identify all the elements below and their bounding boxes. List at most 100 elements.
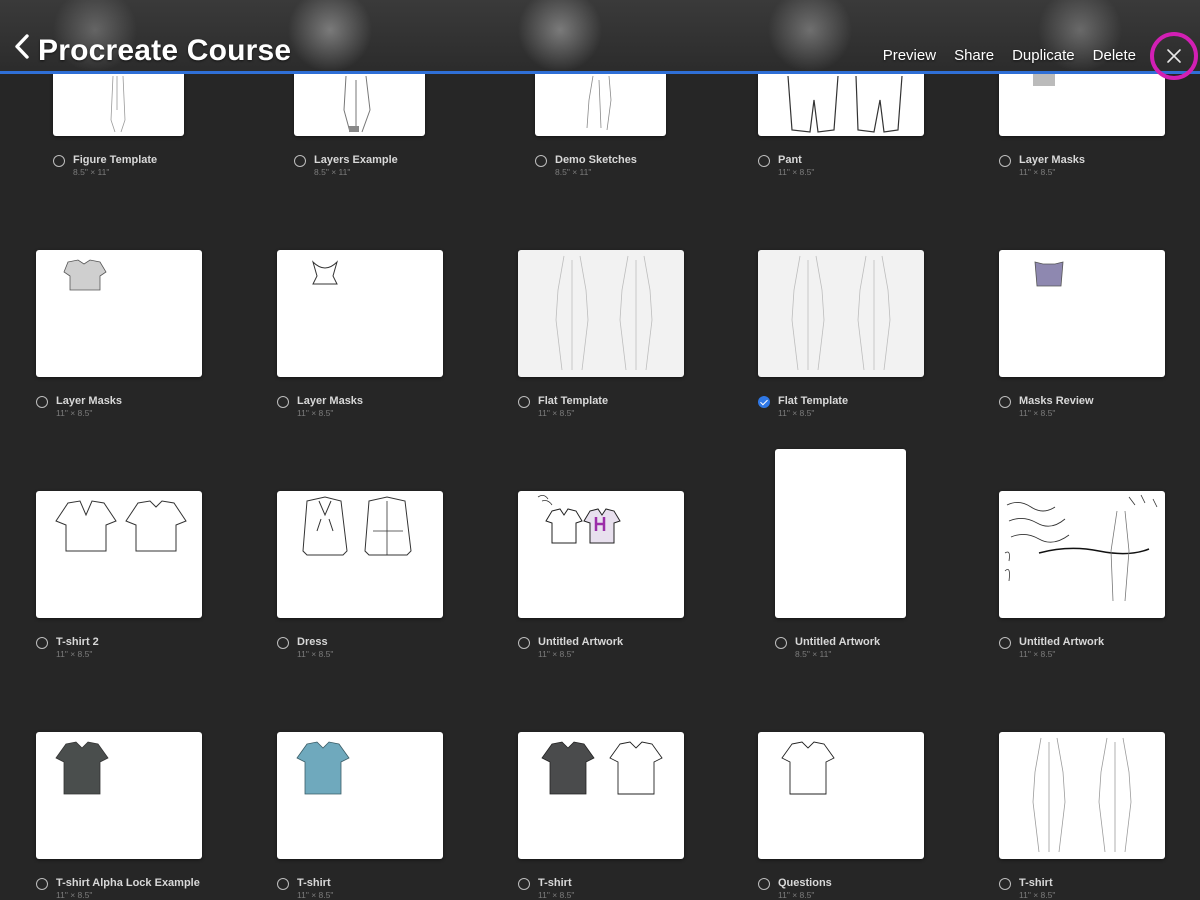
artwork-thumbnail[interactable]	[758, 732, 924, 859]
tank-top-sketch	[1034, 261, 1064, 287]
artwork-size: 8.5" × 11"	[795, 649, 832, 659]
back-button[interactable]	[12, 32, 34, 62]
artwork-size: 8.5" × 11"	[314, 167, 351, 177]
tshirt-dark-sketch	[55, 741, 109, 795]
select-radio[interactable]	[277, 637, 289, 649]
tshirt-blue-sketch	[296, 741, 350, 795]
artwork-thumbnail[interactable]	[999, 491, 1165, 618]
artwork-name: T-shirt 2	[56, 636, 99, 648]
artwork-name: Questions	[778, 877, 832, 889]
artwork-name: T-shirt Alpha Lock Example	[56, 877, 200, 889]
dress-sketch	[302, 496, 412, 556]
artwork-thumbnail[interactable]	[518, 732, 684, 859]
artwork-thumbnail[interactable]	[36, 491, 202, 618]
artwork-size: 11" × 8.5"	[56, 408, 93, 418]
header-divider	[0, 71, 1200, 74]
select-radio[interactable]	[999, 396, 1011, 408]
artwork-name: Layer Masks	[297, 395, 364, 407]
artwork-thumbnail[interactable]	[277, 732, 443, 859]
artwork-name: T-shirt	[297, 877, 331, 889]
artwork-size: 11" × 8.5"	[56, 890, 93, 900]
artwork-name: T-shirt	[538, 877, 572, 889]
artwork-thumbnail[interactable]	[999, 732, 1165, 859]
tshirt-color-sketch	[537, 495, 621, 544]
artwork-name: T-shirt	[1019, 877, 1053, 889]
artwork-name: Untitled Artwork	[795, 636, 881, 648]
select-radio[interactable]	[277, 878, 289, 890]
artwork-size: 11" × 8.5"	[778, 890, 815, 900]
tshirt-sketch	[63, 259, 107, 291]
select-radio[interactable]	[36, 396, 48, 408]
select-radio[interactable]	[758, 878, 770, 890]
tshirt-flat-sketch	[55, 500, 187, 552]
artwork-thumbnail[interactable]	[518, 491, 684, 618]
artwork-thumbnail[interactable]	[775, 449, 906, 618]
artwork-thumbnail[interactable]	[277, 491, 443, 618]
tshirt-pair-sketch	[541, 741, 663, 795]
select-radio[interactable]	[36, 878, 48, 890]
artwork-name: Layer Masks	[56, 395, 123, 407]
preview-button[interactable]: Preview	[883, 47, 936, 64]
select-radio[interactable]	[535, 155, 547, 167]
select-radio[interactable]	[775, 637, 787, 649]
artwork-name: Flat Template	[538, 395, 609, 407]
close-button[interactable]	[1150, 32, 1198, 80]
artwork-name: Masks Review	[1019, 395, 1094, 407]
artwork-size: 11" × 8.5"	[1019, 890, 1056, 900]
artwork-name: Layer Masks	[1019, 154, 1086, 166]
select-radio[interactable]	[294, 155, 306, 167]
artwork-thumbnail[interactable]	[758, 250, 924, 377]
tshirt-outline-sketch	[781, 741, 835, 795]
artwork-thumbnail[interactable]	[36, 250, 202, 377]
select-radio[interactable]	[999, 637, 1011, 649]
gallery-header: Procreate Course Preview Share Duplicate…	[0, 0, 1200, 74]
artwork-thumbnail[interactable]	[518, 250, 684, 377]
page-title: Procreate Course	[38, 34, 292, 67]
crop-top-sketch	[311, 260, 339, 285]
select-radio[interactable]	[36, 637, 48, 649]
artwork-size: 11" × 8.5"	[778, 167, 815, 177]
artwork-size: 11" × 8.5"	[297, 890, 334, 900]
artwork-thumbnail[interactable]	[36, 732, 202, 859]
select-radio-checked[interactable]	[758, 396, 770, 408]
select-radio[interactable]	[999, 155, 1011, 167]
flat-template-sketch	[791, 255, 891, 371]
select-radio[interactable]	[758, 155, 770, 167]
select-radio[interactable]	[53, 155, 65, 167]
select-radio[interactable]	[518, 396, 530, 408]
figure-template-sketch	[1032, 737, 1132, 853]
artwork-size: 11" × 8.5"	[297, 408, 334, 418]
select-radio[interactable]	[518, 878, 530, 890]
artwork-size: 11" × 8.5"	[1019, 167, 1056, 177]
artwork-size: 11" × 8.5"	[1019, 408, 1056, 418]
artwork-size: 11" × 8.5"	[297, 649, 334, 659]
select-radio[interactable]	[518, 637, 530, 649]
select-radio[interactable]	[999, 878, 1011, 890]
artwork-size: 11" × 8.5"	[538, 890, 575, 900]
artwork-size: 11" × 8.5"	[56, 649, 93, 659]
chevron-left-icon	[15, 34, 29, 59]
artwork-gallery: Figure Template 8.5" × 11" Layers Exampl…	[0, 0, 1200, 900]
select-radio[interactable]	[277, 396, 289, 408]
artwork-size: 8.5" × 11"	[73, 167, 110, 177]
artwork-size: 11" × 8.5"	[538, 408, 575, 418]
artwork-name: Dress	[297, 636, 328, 648]
artwork-name: Flat Template	[778, 395, 849, 407]
artwork-name: Untitled Artwork	[1019, 636, 1105, 648]
artwork-name: Pant	[778, 154, 802, 166]
artwork-size: 11" × 8.5"	[1019, 649, 1056, 659]
artwork-size: 11" × 8.5"	[778, 408, 815, 418]
artwork-size: 8.5" × 11"	[555, 167, 592, 177]
artwork-name: Demo Sketches	[555, 154, 637, 166]
artwork-name: Layers Example	[314, 154, 398, 166]
selection-actions: Preview Share Duplicate Delete	[883, 47, 1136, 64]
duplicate-button[interactable]: Duplicate	[1012, 47, 1075, 64]
artwork-thumbnail[interactable]	[999, 250, 1165, 377]
artwork-size: 11" × 8.5"	[538, 649, 575, 659]
flat-template-sketch	[555, 255, 653, 371]
delete-button[interactable]: Delete	[1093, 47, 1136, 64]
share-button[interactable]: Share	[954, 47, 994, 64]
artwork-name: Untitled Artwork	[538, 636, 624, 648]
artwork-thumbnail[interactable]	[277, 250, 443, 377]
close-icon	[1167, 49, 1181, 63]
